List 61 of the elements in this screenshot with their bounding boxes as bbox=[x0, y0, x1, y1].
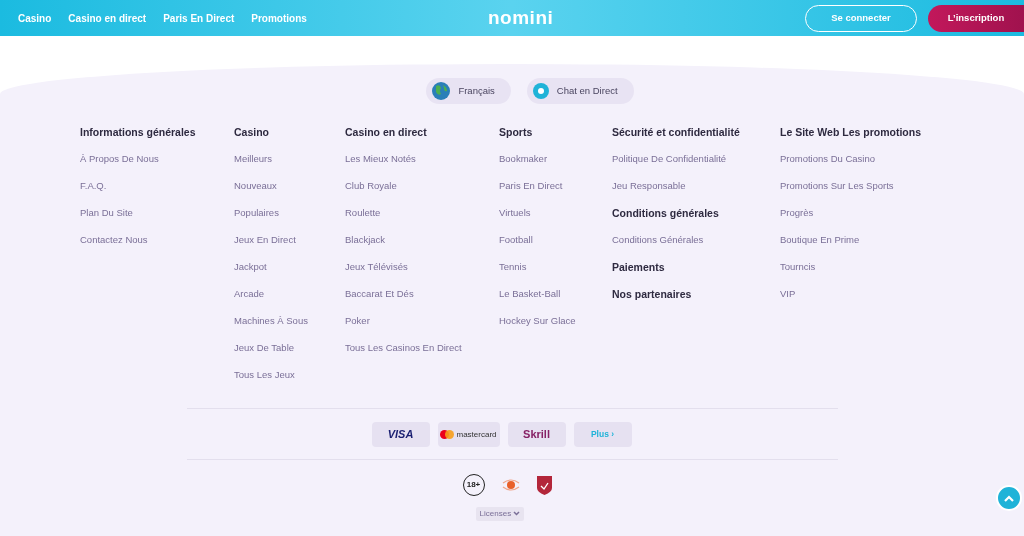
footer-link[interactable]: Blackjack bbox=[345, 234, 499, 261]
chat-button[interactable]: Chat en Direct bbox=[526, 78, 634, 104]
footer-link[interactable]: Meilleurs bbox=[234, 153, 345, 180]
chat-icon bbox=[532, 83, 549, 99]
footer-link[interactable]: Promotions Du Casino bbox=[780, 153, 940, 180]
footer-link[interactable]: Football bbox=[499, 234, 612, 261]
payment-method-button[interactable]: VISA bbox=[371, 422, 430, 447]
seal-icon bbox=[500, 477, 521, 493]
footer-link[interactable]: Jeu Responsable bbox=[612, 180, 780, 207]
column-heading: Casino bbox=[234, 126, 270, 140]
column-heading: Sports bbox=[499, 126, 534, 140]
footer-link[interactable]: Les Mieux Notés bbox=[345, 153, 499, 180]
footer-link[interactable]: Tourncis bbox=[780, 261, 940, 288]
footer-link[interactable]: Tennis bbox=[499, 261, 612, 288]
footer-link[interactable]: Baccarat Et Dés bbox=[345, 288, 499, 315]
footer-link[interactable]: Promotions Sur Les Sports bbox=[780, 180, 940, 207]
column-heading: Le Site Web Les promotions bbox=[780, 126, 922, 140]
footer-link[interactable]: VIP bbox=[780, 288, 940, 315]
scroll-top-button[interactable] bbox=[996, 485, 1022, 511]
footer-link[interactable]: Roulette bbox=[345, 207, 499, 234]
footer-link[interactable]: Jeux En Direct bbox=[234, 234, 345, 261]
footer-link[interactable]: À Propos De Nous bbox=[80, 153, 234, 180]
chevron-down-icon bbox=[513, 511, 521, 517]
column-heading: Paiements bbox=[612, 261, 666, 275]
footer-link[interactable]: Hockey Sur Glace bbox=[499, 315, 612, 342]
footer-link[interactable]: Poker bbox=[345, 315, 499, 342]
footer-link[interactable]: F.A.Q. bbox=[80, 180, 234, 207]
footer-link[interactable]: Tous Les Jeux bbox=[234, 369, 345, 396]
column-heading: Conditions générales bbox=[612, 207, 720, 221]
footer-link[interactable]: Arcade bbox=[234, 288, 345, 315]
footer-link[interactable]: Jackpot bbox=[234, 261, 345, 288]
column-heading: Sécurité et confidentialité bbox=[612, 126, 741, 140]
globe-icon bbox=[432, 82, 451, 100]
footer-link[interactable]: Paris En Direct bbox=[499, 180, 612, 207]
mastercard-logo-icon bbox=[440, 430, 455, 439]
footer-link[interactable]: Jeux Télévisés bbox=[345, 261, 499, 288]
footer-link[interactable]: Bookmaker bbox=[499, 153, 612, 180]
footer-link[interactable]: Politique De Confidentialité bbox=[612, 153, 780, 180]
footer-link[interactable]: Le Basket-Ball bbox=[499, 288, 612, 315]
footer-link[interactable]: Nouveaux bbox=[234, 180, 345, 207]
footer-link[interactable]: Club Royale bbox=[345, 180, 499, 207]
footer-link[interactable]: Tous Les Casinos En Direct bbox=[345, 342, 499, 369]
column-heading: Informations générales bbox=[80, 126, 197, 140]
shield-icon bbox=[536, 475, 552, 495]
licenses-toggle[interactable]: Licenses bbox=[475, 507, 525, 521]
language-button[interactable]: Français bbox=[426, 78, 511, 104]
payment-method-button[interactable]: Skrill bbox=[507, 422, 566, 447]
column-heading: Casino en direct bbox=[345, 126, 428, 140]
chevron-up-icon bbox=[1004, 494, 1014, 502]
payment-method-button[interactable]: mastercard bbox=[437, 422, 500, 447]
column-heading: Nos partenaires bbox=[612, 288, 693, 302]
footer-link[interactable]: Contactez Nous bbox=[80, 234, 234, 261]
footer-link[interactable]: Virtuels bbox=[499, 207, 612, 234]
footer-link[interactable]: Boutique En Prime bbox=[780, 234, 940, 261]
footer-link[interactable]: Jeux De Table bbox=[234, 342, 345, 369]
signup-button[interactable]: L’inscription bbox=[928, 4, 1024, 32]
footer-link[interactable]: Plan Du Site bbox=[80, 207, 234, 234]
footer-link[interactable]: Conditions Générales bbox=[612, 234, 780, 261]
footer-link[interactable]: Populaires bbox=[234, 207, 345, 234]
footer-link[interactable]: Progrès bbox=[780, 207, 940, 234]
footer-link[interactable]: Machines À Sous bbox=[234, 315, 345, 342]
